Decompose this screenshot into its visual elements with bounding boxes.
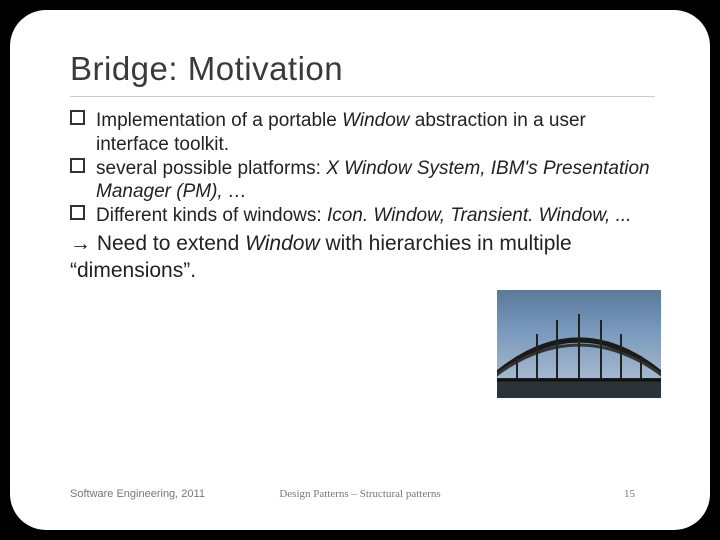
bridge-photo	[497, 290, 661, 398]
bullet-3: Different kinds of windows: Icon. Window…	[70, 204, 655, 228]
conclusion-em: Window	[245, 232, 320, 255]
checkbox-icon	[70, 205, 85, 220]
bullet-1-text-a: Implementation of a portable	[96, 110, 342, 131]
bullet-2-text-a: several possible platforms:	[96, 158, 326, 179]
footer-left: Software Engineering, 2011	[70, 488, 205, 500]
title-divider	[70, 96, 655, 97]
bullet-1-em: Window	[342, 110, 409, 131]
slide-title: Bridge: Motivation	[70, 50, 655, 88]
bullet-2: several possible platforms: X Window Sys…	[70, 157, 655, 205]
checkbox-icon	[70, 110, 85, 125]
slide-frame: Bridge: Motivation Implementation of a p…	[10, 10, 710, 530]
bullet-1: Implementation of a portable Window abst…	[70, 109, 655, 157]
slide-footer: Software Engineering, 2011 Design Patter…	[70, 478, 655, 500]
image-container	[70, 290, 661, 398]
conclusion-line: → Need to extend Window with hierarchies…	[70, 230, 655, 285]
slide-content: Implementation of a portable Window abst…	[70, 109, 655, 478]
bullet-3-text-a: Different kinds of windows:	[96, 205, 327, 226]
footer-center: Design Patterns – Structural patterns	[279, 488, 440, 500]
checkbox-icon	[70, 158, 85, 173]
arrow-icon: →	[70, 232, 91, 255]
conclusion-text-a: Need to extend	[91, 232, 245, 255]
page-number: 15	[624, 488, 635, 500]
bullet-3-em: Icon. Window, Transient. Window, ...	[327, 205, 632, 226]
